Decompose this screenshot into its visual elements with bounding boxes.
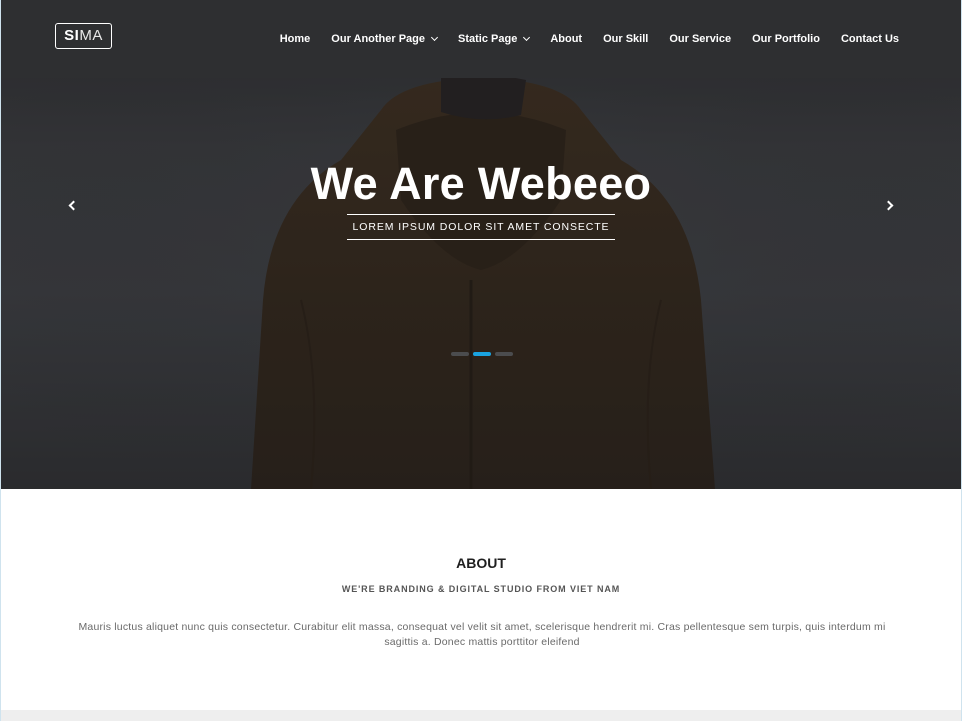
nav-our-skill[interactable]: Our Skill bbox=[603, 33, 648, 45]
next-section-strip bbox=[1, 710, 961, 721]
about-section: ABOUT WE'RE BRANDING & DIGITAL STUDIO FR… bbox=[1, 489, 961, 710]
slider-dots bbox=[451, 352, 517, 356]
nav-our-another-page[interactable]: Our Another Page bbox=[331, 33, 439, 45]
slider-prev-arrow-icon[interactable] bbox=[67, 199, 79, 213]
page: We Are Webeeo LOREM IPSUM DOLOR SIT AMET… bbox=[0, 0, 962, 721]
nav-static-page[interactable]: Static Page bbox=[458, 33, 531, 45]
slider-next-arrow-icon[interactable] bbox=[883, 199, 896, 213]
nav-our-portfolio[interactable]: Our Portfolio bbox=[752, 33, 820, 45]
chevron-down-icon bbox=[523, 33, 531, 42]
nav-contact-us[interactable]: Contact Us bbox=[841, 33, 899, 45]
about-description: Mauris luctus aliquet nunc quis consecte… bbox=[78, 621, 886, 648]
about-subtitle: WE'RE BRANDING & DIGITAL STUDIO FROM VIE… bbox=[341, 584, 621, 594]
slider-dot-1[interactable] bbox=[451, 352, 469, 356]
site-header: SIMA Home Our Another Page Static Page A… bbox=[1, 0, 961, 78]
main-nav: Home Our Another Page Static Page About … bbox=[259, 0, 899, 78]
about-title: ABOUT bbox=[456, 555, 506, 571]
nav-our-service[interactable]: Our Service bbox=[669, 33, 731, 45]
slider-dot-3[interactable] bbox=[495, 352, 513, 356]
chevron-down-icon bbox=[430, 33, 439, 42]
hero-subtitle: LOREM IPSUM DOLOR SIT AMET CONSECTE bbox=[346, 214, 616, 240]
slider-dot-2[interactable] bbox=[473, 352, 491, 356]
hero-title: We Are Webeeo bbox=[310, 158, 652, 209]
nav-home[interactable]: Home bbox=[280, 33, 311, 45]
logo[interactable]: SIMA bbox=[55, 23, 112, 49]
nav-about[interactable]: About bbox=[550, 33, 582, 45]
